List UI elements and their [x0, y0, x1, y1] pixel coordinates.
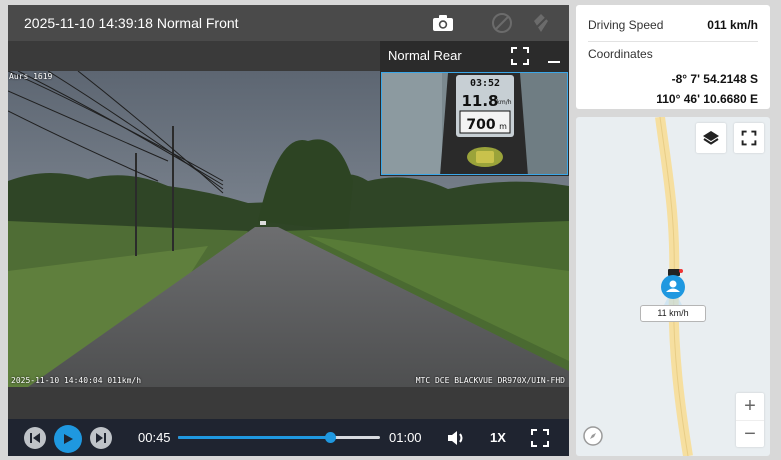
rear-camera-view: 03:52 11.8 km/h 700 m [381, 72, 568, 175]
video-panel: 2025-11-10 14:39:18 Normal Front Aurs 16… [8, 5, 569, 456]
playback-bar: 00:45 01:00 1X [8, 419, 569, 456]
osd-top-label: Aurs 1619 [9, 72, 53, 81]
fullscreen-icon[interactable] [510, 46, 530, 66]
rear-title: Normal Rear [388, 48, 462, 63]
map[interactable]: 11 km/h + − [576, 117, 770, 456]
prev-icon[interactable] [24, 427, 46, 449]
osd-timestamp: 2025-11-10 14:40:04 011km/h [11, 376, 142, 385]
zoom-control: + − [736, 393, 764, 447]
camera-icon[interactable] [431, 12, 455, 34]
driving-speed-label: Driving Speed [588, 18, 664, 32]
rear-header: Normal Rear [380, 41, 569, 71]
map-speed-tag: 11 km/h [640, 305, 706, 322]
play-icon[interactable] [54, 425, 82, 453]
compass-icon[interactable] [582, 425, 604, 447]
minimize-icon[interactable] [544, 46, 564, 66]
sound-off-icon[interactable] [490, 12, 514, 34]
rear-gps-time: 03:52 [470, 78, 500, 89]
rear-camera-pip[interactable]: Normal Rear 03:52 11.8 km/h 700 m [380, 41, 569, 176]
layers-icon[interactable] [696, 123, 726, 153]
info-card: Driving Speed 011 km/h Coordinates -8° 7… [576, 5, 770, 109]
fullscreen-icon[interactable] [530, 428, 550, 448]
driving-speed-value: 011 km/h [707, 18, 758, 32]
longitude-value: 110° 46' 10.6680 E [656, 92, 758, 106]
latitude-value: -8° 7' 54.2148 S [671, 72, 758, 86]
rear-gps-distance: 700 [466, 117, 495, 133]
osd-brand: MTC DCE BLACKVUE DR970X/UIN-FHD [415, 376, 565, 385]
progress-slider[interactable] [178, 432, 380, 443]
zoom-out-button[interactable]: − [736, 420, 764, 447]
next-icon[interactable] [90, 427, 112, 449]
speed-row: Driving Speed 011 km/h [588, 5, 758, 42]
gps-off-icon[interactable] [529, 12, 553, 34]
total-time: 01:00 [389, 430, 422, 445]
current-time: 00:45 [138, 430, 171, 445]
rear-gps-distance-unit: m [499, 122, 507, 131]
rear-gps-speed: 11.8 [461, 92, 498, 110]
progress-handle[interactable] [324, 432, 336, 443]
zoom-in-button[interactable]: + [736, 393, 764, 420]
playback-speed-button[interactable]: 1X [490, 430, 506, 445]
rear-gps-speed-unit: km/h [496, 99, 511, 106]
video-header: 2025-11-10 14:39:18 Normal Front [8, 5, 569, 41]
vehicle-icon[interactable] [658, 269, 688, 305]
volume-icon[interactable] [446, 428, 466, 448]
coordinates-label: Coordinates [588, 47, 653, 61]
progress-fill [178, 436, 330, 439]
fullscreen-icon[interactable] [734, 123, 764, 153]
video-title: 2025-11-10 14:39:18 Normal Front [24, 15, 239, 31]
